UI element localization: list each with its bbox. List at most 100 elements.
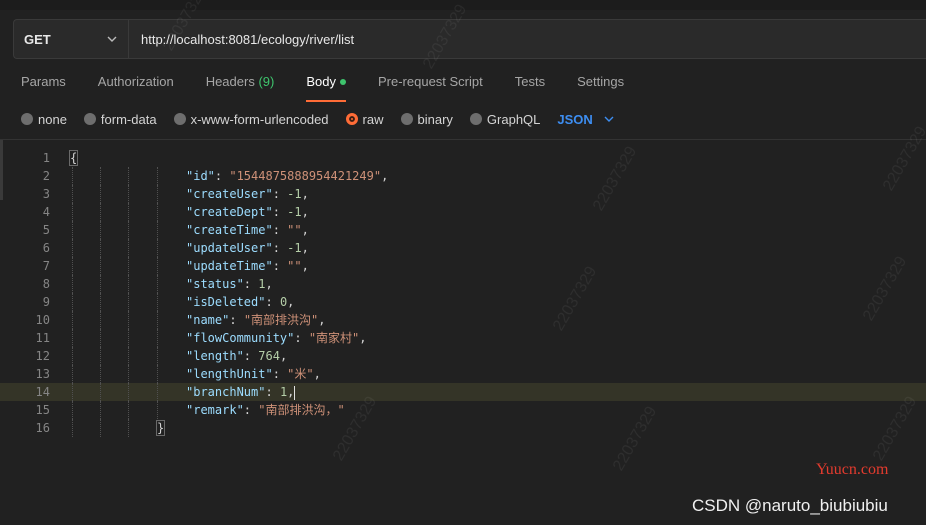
indent-guide xyxy=(157,167,158,185)
tab-settings[interactable]: Settings xyxy=(577,74,624,100)
tab-label: Params xyxy=(21,74,66,89)
code-line[interactable]: 9 "isDeleted": 0, xyxy=(0,293,926,311)
json-comma: , xyxy=(301,259,309,273)
line-number: 10 xyxy=(35,313,50,327)
indent-guide xyxy=(72,257,73,275)
code-line[interactable]: 8 "status": 1, xyxy=(0,275,926,293)
line-content: "id": "1544875888954421249", xyxy=(186,167,388,185)
code-line[interactable]: 13 "lengthUnit": "米", xyxy=(0,365,926,383)
json-key: "branchNum" xyxy=(186,385,266,399)
option-raw[interactable]: raw xyxy=(345,111,384,127)
indent-guide xyxy=(157,185,158,203)
tab-body[interactable]: Body xyxy=(306,74,346,102)
method-select[interactable]: GET xyxy=(14,20,129,58)
radio-icon xyxy=(83,113,96,125)
json-colon: : xyxy=(265,385,280,399)
indent-guide xyxy=(100,239,101,257)
code-line[interactable]: 7 "updateTime": "", xyxy=(0,257,926,275)
indent-guide xyxy=(100,221,101,239)
indent-guide xyxy=(72,203,73,221)
json-value: "南部排洪沟" xyxy=(243,313,319,327)
line-content: "updateTime": "", xyxy=(186,257,309,275)
line-number: 7 xyxy=(42,259,50,273)
code-line[interactable]: 1{ xyxy=(0,149,926,167)
json-colon: : xyxy=(265,295,280,309)
headers-count-badge: (9) xyxy=(258,74,275,89)
json-comma: , xyxy=(301,205,309,219)
code-line[interactable]: 12 "length": 764, xyxy=(0,347,926,365)
line-content: "isDeleted": 0, xyxy=(186,293,294,311)
indent-guide xyxy=(128,383,129,401)
radio-icon xyxy=(400,113,413,125)
code-line[interactable]: 16} xyxy=(0,419,926,437)
json-key: "createUser" xyxy=(186,187,273,201)
code-line[interactable]: 15 "remark": "南部排洪沟，" xyxy=(0,401,926,419)
code-line[interactable]: 14 "branchNum": 1, xyxy=(0,383,926,401)
code-line[interactable]: 2 "id": "1544875888954421249", xyxy=(0,167,926,185)
line-number: 14 xyxy=(35,385,50,399)
indent-guide xyxy=(100,329,101,347)
option-label: binary xyxy=(417,111,453,127)
code-line[interactable]: 11 "flowCommunity": "南家村", xyxy=(0,329,926,347)
indent-guide xyxy=(157,275,158,293)
json-comma: , xyxy=(301,241,309,255)
indent-guide xyxy=(100,257,101,275)
divider xyxy=(0,139,926,140)
indent-guide xyxy=(128,275,129,293)
json-key: "updateUser" xyxy=(186,241,273,255)
indent-guide xyxy=(72,347,73,365)
open-brace: { xyxy=(68,150,79,166)
option-form-data[interactable]: form-data xyxy=(83,112,157,127)
tab-headers[interactable]: Headers (9) xyxy=(206,74,275,100)
indent-guide xyxy=(72,221,73,239)
option-none[interactable]: none xyxy=(21,112,67,127)
indent-guide xyxy=(100,275,101,293)
line-content: "createDept": -1, xyxy=(186,203,309,221)
body-type-options: none form-data x-www-form-urlencoded raw… xyxy=(21,110,615,128)
indent-guide xyxy=(157,383,158,401)
indent-guide xyxy=(128,167,129,185)
json-value: "南部排洪沟，" xyxy=(258,403,345,417)
option-graphql[interactable]: GraphQL xyxy=(469,112,540,127)
indent-guide xyxy=(72,239,73,257)
indent-guide xyxy=(72,185,73,203)
line-number: 11 xyxy=(35,331,50,345)
option-binary[interactable]: binary xyxy=(400,111,453,127)
code-line[interactable]: 5 "createTime": "", xyxy=(0,221,926,239)
code-line[interactable]: 4 "createDept": -1, xyxy=(0,203,926,221)
tab-tests[interactable]: Tests xyxy=(515,74,545,100)
json-colon: : xyxy=(243,349,259,363)
json-value: "" xyxy=(287,259,302,273)
line-content: "name": "南部排洪沟", xyxy=(186,311,326,329)
tab-authorization[interactable]: Authorization xyxy=(98,74,174,100)
code-editor[interactable]: 1{2 "id": "1544875888954421249", 3 "createU… xyxy=(0,149,926,437)
json-comma: , xyxy=(265,277,273,291)
json-colon: : xyxy=(243,277,259,291)
option-label: x-www-form-urlencoded xyxy=(190,111,329,127)
json-colon: : xyxy=(229,313,244,327)
json-comma: , xyxy=(279,349,288,363)
tab-params[interactable]: Params xyxy=(21,74,66,100)
line-content: "createTime": "", xyxy=(186,221,309,239)
code-line[interactable]: 3 "createUser": -1, xyxy=(0,185,926,203)
line-number: 8 xyxy=(42,277,50,291)
indent-guide xyxy=(128,401,129,419)
json-key: "length" xyxy=(186,349,244,363)
json-comma: , xyxy=(301,187,309,201)
option-x-www-form-urlencoded[interactable]: x-www-form-urlencoded xyxy=(173,111,329,127)
indent-guide xyxy=(100,347,101,365)
chevron-down-icon xyxy=(107,36,117,42)
indent-guide xyxy=(100,167,101,185)
json-value: 764 xyxy=(258,349,280,363)
code-line[interactable]: 10 "name": "南部排洪沟", xyxy=(0,311,926,329)
close-brace: } xyxy=(155,420,166,436)
indent-guide xyxy=(157,293,158,311)
code-line[interactable]: 6 "updateUser": -1, xyxy=(0,239,926,257)
indent-guide xyxy=(72,383,73,401)
option-label: raw xyxy=(362,111,384,127)
format-select[interactable]: JSON xyxy=(557,112,614,127)
request-url-bar: GET http://localhost:8081/ecology/river/… xyxy=(13,19,926,59)
tab-pre-request-script[interactable]: Pre-request Script xyxy=(378,74,483,100)
json-value: "南家村" xyxy=(308,331,360,345)
indent-guide xyxy=(157,365,158,383)
